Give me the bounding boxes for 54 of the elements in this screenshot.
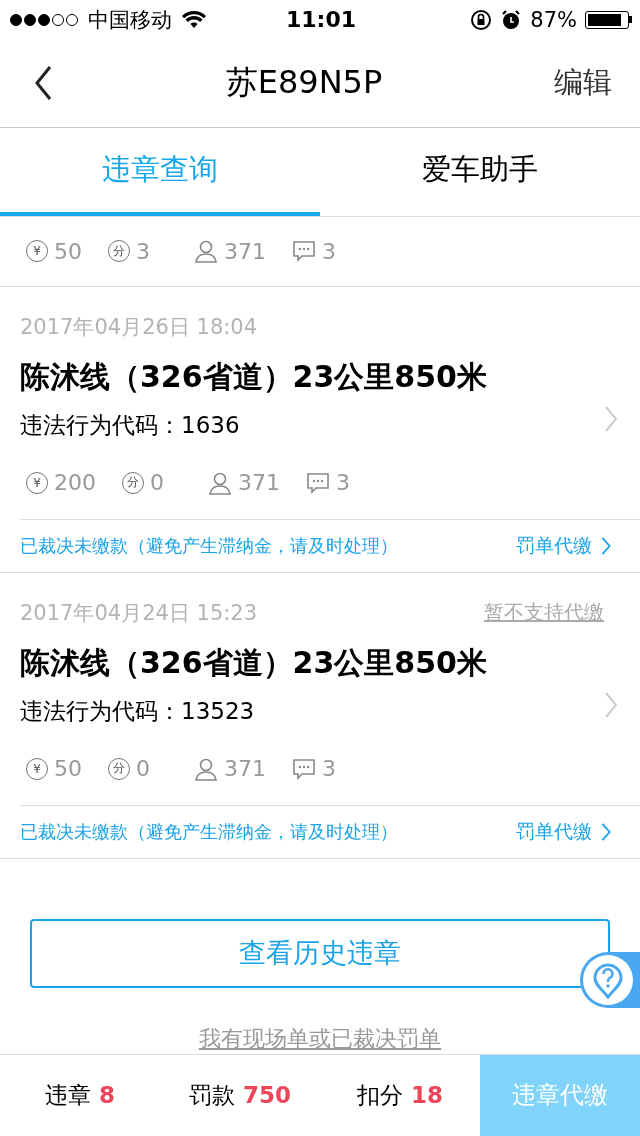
page-title: 苏E89N5P — [225, 62, 383, 104]
summary-label: 违章 — [45, 1080, 91, 1110]
comment-icon — [292, 756, 316, 781]
battery-percent: 87% — [530, 7, 577, 32]
payment-status: 已裁决未缴款（避免产生滞纳金，请及时处理） — [20, 819, 398, 844]
back-icon[interactable] — [34, 65, 54, 102]
comment-icon — [306, 470, 330, 495]
stat-value: 50 — [54, 238, 82, 264]
help-icon[interactable] — [580, 951, 640, 1008]
clock-time: 11:01 — [286, 7, 356, 33]
tab[interactable]: 爱车助手 — [320, 127, 640, 216]
violation-location: 陈沭线（326省道）23公里850米 — [20, 643, 487, 682]
edit-button[interactable]: 编辑 — [554, 63, 612, 104]
tab[interactable]: 违章查询 — [0, 127, 320, 216]
pay-ticket-link[interactable]: 罚单代缴 — [516, 818, 612, 845]
stat-value: 200 — [54, 470, 96, 496]
summary-value: 18 — [411, 1082, 443, 1109]
chevron-right-icon[interactable] — [600, 535, 612, 556]
pay-violations-button[interactable]: 违章代缴 — [480, 1054, 640, 1136]
carrier-name: 中国移动 — [88, 6, 172, 34]
stat-value: 3 — [136, 238, 150, 264]
battery-icon — [585, 10, 632, 29]
unsupported-link[interactable]: 暂不支持代缴 — [484, 599, 604, 627]
stat-value: 0 — [150, 470, 164, 496]
summary-label: 扣分 — [357, 1080, 403, 1110]
chevron-right-icon[interactable] — [604, 690, 618, 719]
record-date: 2017年04月24日 15:23 — [20, 599, 258, 627]
payment-status: 已裁决未缴款（避免产生滞纳金，请及时处理） — [20, 533, 398, 558]
violation-code: 违法行为代码：1636 — [20, 410, 241, 440]
history-button[interactable]: 查看历史违章 — [30, 918, 610, 988]
stat-value: 0 — [136, 756, 150, 782]
summary-label: 罚款 — [189, 1080, 235, 1110]
person-icon — [208, 470, 232, 495]
stat-value: 371 — [224, 238, 266, 264]
violation-code: 违法行为代码：13523 — [20, 696, 256, 726]
record-date: 2017年04月26日 18:04 — [20, 313, 258, 341]
comment-icon — [292, 239, 316, 264]
rotation-lock-icon — [470, 8, 493, 31]
violation-location: 陈沭线（326省道）23公里850米 — [20, 357, 487, 396]
person-icon — [194, 239, 218, 264]
wifi-icon — [182, 10, 206, 29]
pay-ticket-link[interactable]: 罚单代缴 — [516, 532, 612, 559]
stat-value: 3 — [322, 238, 336, 264]
chevron-right-icon[interactable] — [600, 821, 612, 842]
chevron-right-icon[interactable] — [604, 404, 618, 433]
stat-value: 371 — [224, 756, 266, 782]
summary-value: 750 — [243, 1082, 291, 1109]
stat-value: 3 — [336, 470, 350, 496]
summary-value: 8 — [99, 1082, 115, 1109]
person-icon — [194, 756, 218, 781]
stat-value: 50 — [54, 756, 82, 782]
ticket-link[interactable]: 我有现场单或已裁决罚单 — [199, 1023, 441, 1054]
stat-value: 371 — [238, 470, 280, 496]
stat-value: 3 — [322, 756, 336, 782]
